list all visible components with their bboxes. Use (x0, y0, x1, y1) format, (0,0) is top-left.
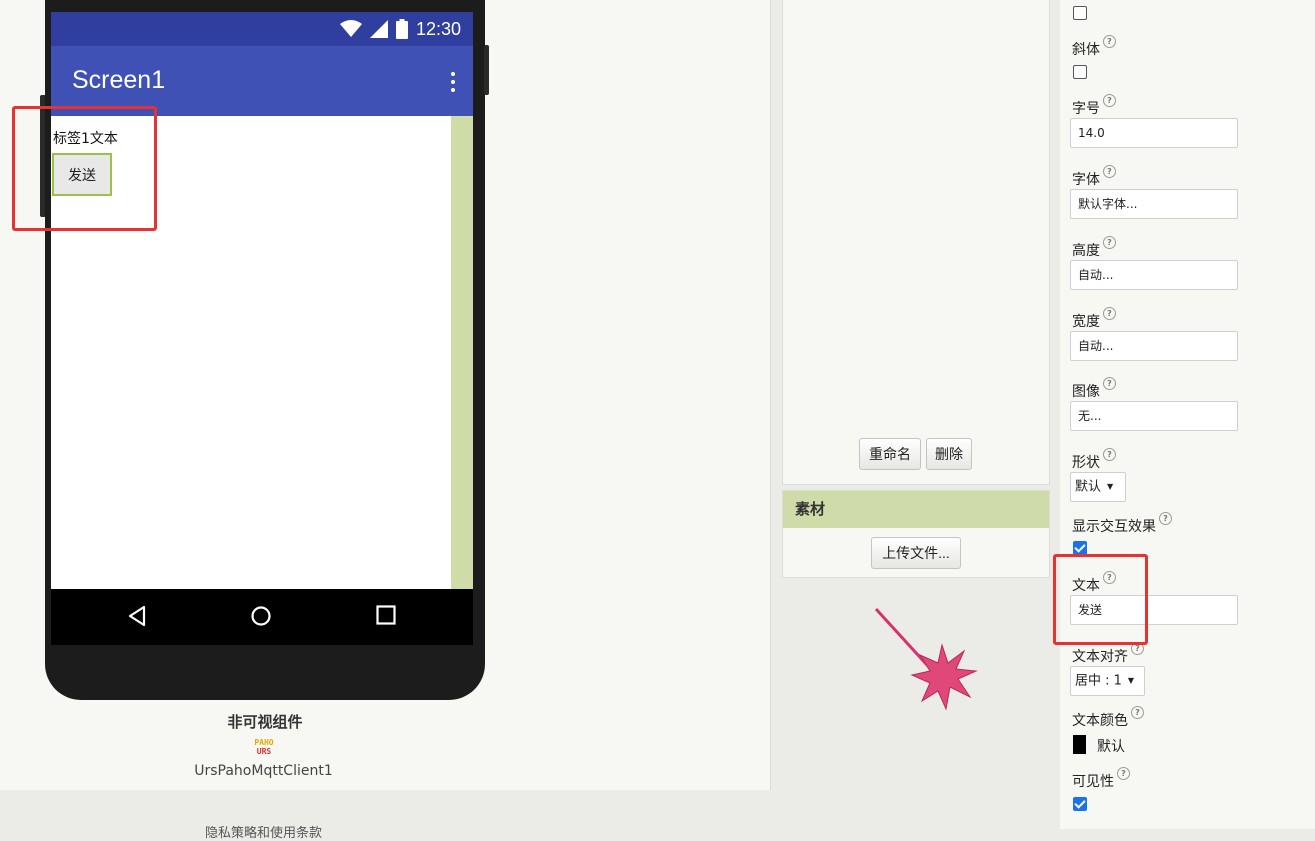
text-color-value[interactable]: 默认 (1097, 736, 1125, 756)
show-feedback-label: 显示交互效果? (1072, 512, 1172, 536)
paho-logo-top: PAHO (254, 738, 274, 747)
font-family-label: 字体? (1072, 165, 1116, 189)
image-field[interactable]: 无... (1070, 401, 1238, 431)
text-align-select[interactable]: 居中 : 1 ▼ (1070, 666, 1145, 696)
font-size-input[interactable]: 14.0 (1070, 118, 1238, 148)
dropdown-arrow-icon: ▼ (1127, 676, 1135, 685)
highlight-box-components (12, 106, 157, 231)
help-icon[interactable]: ? (1103, 448, 1116, 461)
android-nav-bar (51, 589, 473, 645)
signal-icon (369, 20, 388, 38)
font-family-field[interactable]: 默认字体... (1070, 189, 1238, 219)
paho-logo-bottom: URS (256, 747, 272, 756)
components-panel: 重命名 删除 (782, 0, 1050, 485)
recents-icon (376, 605, 396, 625)
width-label: 宽度? (1072, 307, 1116, 331)
text-align-label: 文本对齐? (1072, 642, 1144, 666)
help-icon[interactable]: ? (1103, 307, 1116, 320)
bold-checkbox[interactable] (1073, 6, 1087, 20)
visible-label: 可见性? (1072, 767, 1130, 791)
click-cursor-icon (874, 607, 978, 711)
help-icon[interactable]: ? (1103, 165, 1116, 178)
media-panel-title: 素材 (783, 491, 1049, 528)
highlight-box-text-property (1053, 554, 1148, 645)
non-visible-components-title: 非可视组件 (227, 713, 303, 731)
home-icon (251, 606, 271, 626)
non-visible-component-name[interactable]: UrsPahoMqttClient1 (0, 763, 527, 779)
help-icon[interactable]: ? (1117, 767, 1130, 780)
image-label: 图像? (1072, 377, 1116, 401)
height-field[interactable]: 自动... (1070, 260, 1238, 290)
paho-logo-icon: PAHO URS (253, 738, 275, 756)
text-color-swatch[interactable] (1073, 735, 1086, 754)
shape-label: 形状? (1072, 448, 1116, 472)
text-align-select-value: 居中 : 1 (1075, 673, 1122, 689)
footer-link[interactable]: 隐私策略和使用条款 (205, 822, 322, 841)
properties-panel: 斜体? 字号? 14.0 字体? 默认字体... 高度? 自动... 宽度? 自… (1060, 0, 1315, 829)
width-field[interactable]: 自动... (1070, 331, 1238, 361)
dropdown-arrow-icon: ▼ (1107, 482, 1114, 491)
status-bar: 12:30 (51, 12, 473, 46)
text-color-label: 文本颜色? (1072, 706, 1144, 730)
italic-checkbox[interactable] (1073, 65, 1087, 79)
screen-title: Screen1 (72, 66, 166, 94)
status-time: 12:30 (415, 18, 461, 39)
help-icon[interactable]: ? (1131, 706, 1144, 719)
help-icon[interactable]: ? (1103, 35, 1116, 48)
visible-checkbox[interactable] (1073, 797, 1087, 811)
help-icon[interactable]: ? (1103, 94, 1116, 107)
screen-scroll-strip (451, 116, 473, 589)
phone-power-button (484, 45, 489, 95)
font-size-label: 字号? (1072, 94, 1116, 118)
battery-icon (395, 19, 408, 39)
overflow-menu-icon[interactable] (451, 72, 455, 92)
italic-label: 斜体? (1072, 35, 1116, 59)
height-label: 高度? (1072, 236, 1116, 260)
help-icon[interactable]: ? (1103, 377, 1116, 390)
show-feedback-checkbox[interactable] (1073, 541, 1087, 555)
delete-button[interactable]: 删除 (926, 438, 972, 470)
upload-file-button[interactable]: 上传文件... (871, 537, 961, 569)
shape-select-value: 默认 (1075, 479, 1102, 495)
help-icon[interactable]: ? (1103, 236, 1116, 249)
media-panel: 素材 上传文件... (782, 490, 1050, 578)
rename-button[interactable]: 重命名 (859, 438, 921, 470)
shape-select[interactable]: 默认 ▼ (1070, 472, 1126, 502)
wifi-icon (339, 20, 362, 37)
help-icon[interactable]: ? (1159, 512, 1172, 525)
viewer-panel: 12:30 Screen1 标签1文本 发送 非可视组件 PAHO URS Ur… (0, 0, 771, 790)
back-icon (128, 605, 146, 627)
